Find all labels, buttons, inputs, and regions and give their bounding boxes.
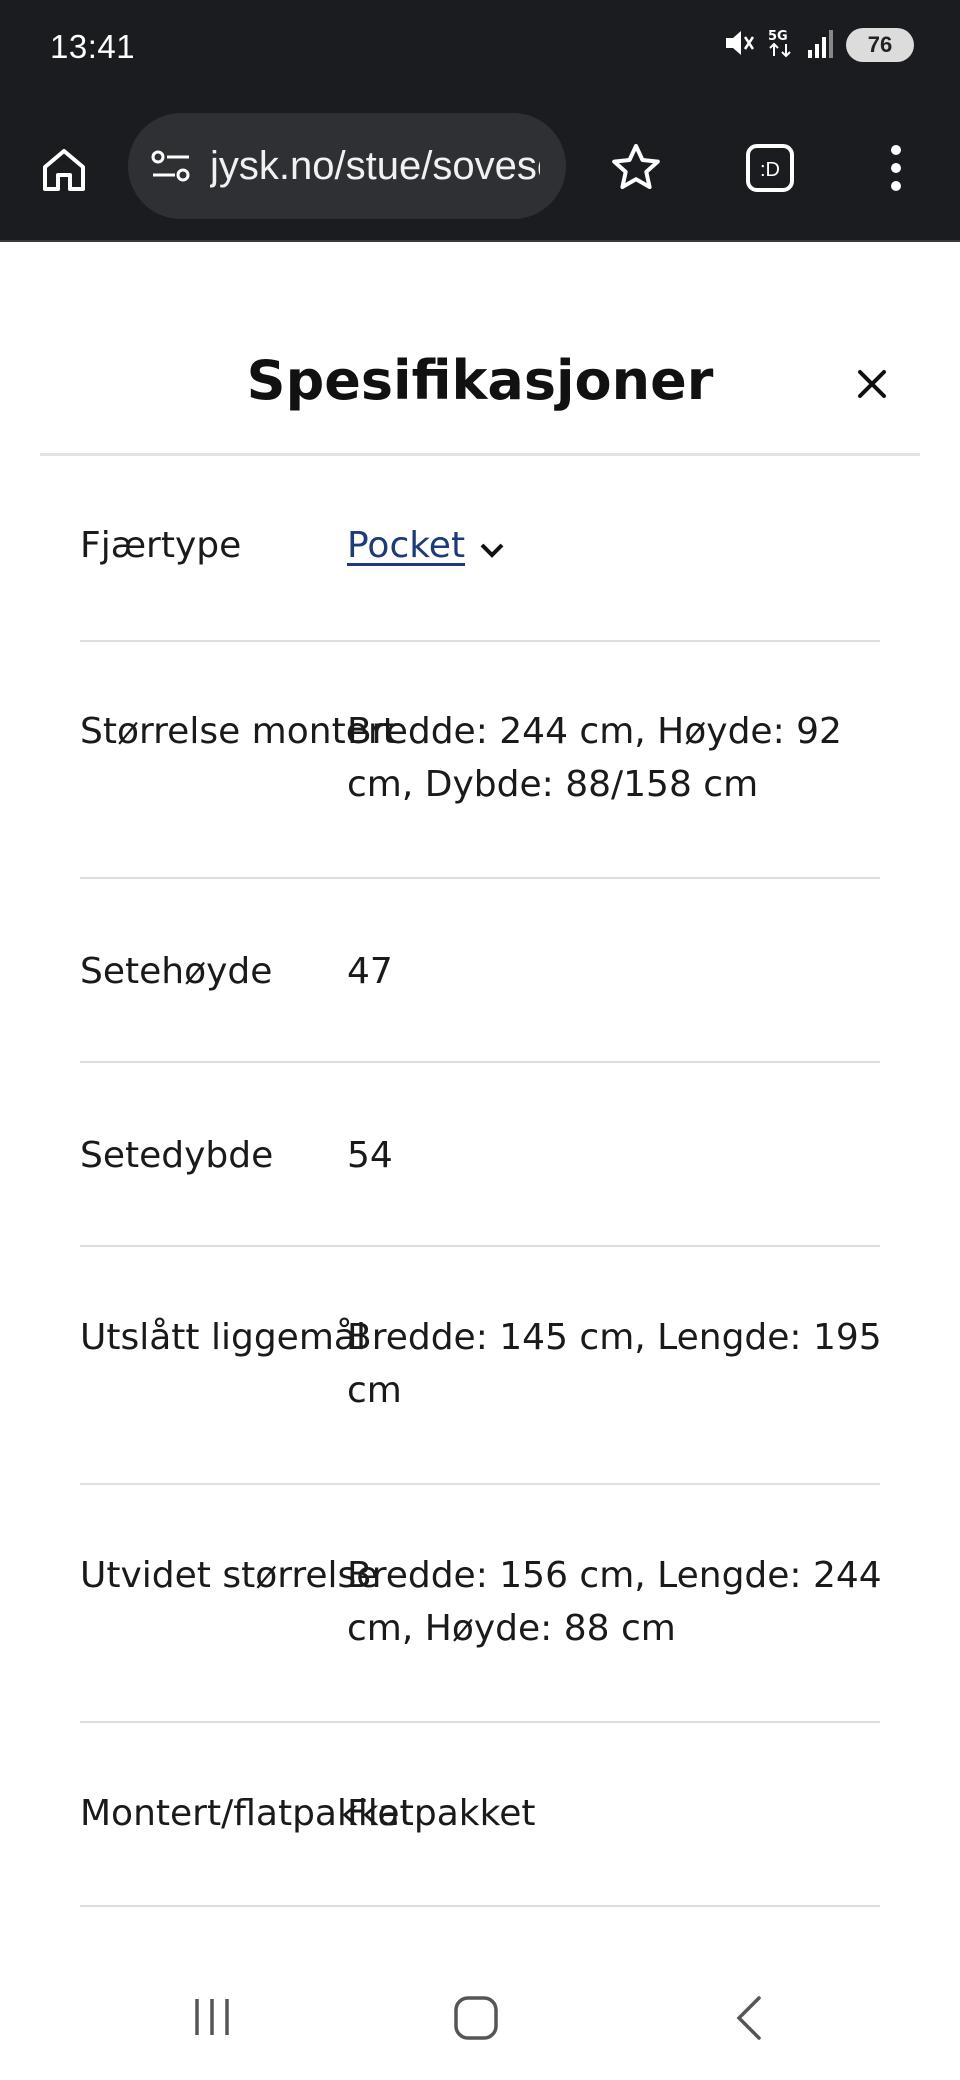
battery-icon: 76 [846, 28, 914, 62]
tabs-icon: :D [746, 144, 794, 192]
spec-row-size-assembled: Størrelse montert Bredde: 244 cm, Høyde:… [80, 642, 880, 879]
url-text[interactable]: jysk.no/stue/sovesofaer [210, 144, 540, 189]
spec-row-seat-height: Setehøyde 47 [80, 879, 880, 1063]
recent-apps-icon [195, 1999, 229, 2035]
home-circle-icon [454, 1996, 498, 2040]
back-icon [736, 1996, 761, 2040]
home-icon [43, 149, 85, 191]
mute-icon [722, 26, 756, 64]
spec-value: Bredde: 145 cm, Lengde: 195 cm [347, 1317, 882, 1411]
modal-title: Spesifikasjoner [246, 349, 714, 412]
5g-icon: 5G [766, 26, 796, 64]
back-button[interactable] [718, 1990, 778, 2046]
battery-level: 76 [867, 32, 893, 57]
specifications-modal: Spesifikasjoner Fjærtype Pocket Størrels… [0, 244, 960, 1944]
spec-value[interactable]: Pocket [347, 525, 465, 566]
spec-row-extended-size: Utvidet størrelse Bredde: 156 cm, Lengde… [80, 1485, 882, 1723]
home-nav-button[interactable] [446, 1990, 506, 2046]
spec-row-fjaertype: Fjærtype Pocket [80, 456, 880, 642]
browser-toolbar: jysk.no/stue/sovesofaer :D [0, 100, 960, 242]
spec-value: Bredde: 156 cm, Lengde: 244 cm, Høyde: 8… [347, 1555, 882, 1649]
close-icon [858, 370, 886, 398]
tabs-button[interactable]: :D [738, 136, 802, 200]
star-icon [612, 144, 660, 189]
home-button[interactable] [34, 140, 94, 200]
status-icons: 5G 76 [722, 26, 914, 64]
tabs-label: :D [760, 159, 780, 181]
more-menu-button[interactable] [866, 136, 926, 200]
close-button[interactable] [850, 362, 894, 406]
spec-row-seat-depth: Setedybde 54 [80, 1063, 880, 1247]
more-vert-icon [891, 145, 901, 191]
spec-value: 54 [347, 1135, 393, 1176]
chevron-down-icon[interactable] [479, 521, 505, 574]
spec-value: Flatpakket [347, 1793, 536, 1834]
spec-value: Bredde: 244 cm, Høyde: 92 cm, Dybde: 88/… [347, 711, 842, 805]
status-bar: 13:41 5G 76 [0, 0, 960, 100]
site-settings-icon[interactable] [146, 141, 196, 191]
recent-apps-button[interactable] [182, 1992, 242, 2042]
spec-row-unfolded-size: Utslått liggemål Bredde: 145 cm, Lengde:… [80, 1247, 882, 1485]
signal-icon [806, 26, 836, 64]
spec-value: 47 [347, 951, 393, 992]
spec-row-assembly: Montert/flatpakket Flatpakket [80, 1723, 880, 1907]
address-bar[interactable]: jysk.no/stue/sovesofaer [128, 113, 566, 219]
status-time: 13:41 [50, 28, 136, 65]
bookmark-button[interactable] [604, 136, 668, 200]
spec-list: Fjærtype Pocket Størrelse montert Bredde… [80, 456, 882, 1907]
spring-type-link[interactable]: Pocket [347, 519, 887, 574]
svg-text:5G: 5G [768, 29, 788, 44]
system-nav-bar [0, 1944, 960, 2080]
